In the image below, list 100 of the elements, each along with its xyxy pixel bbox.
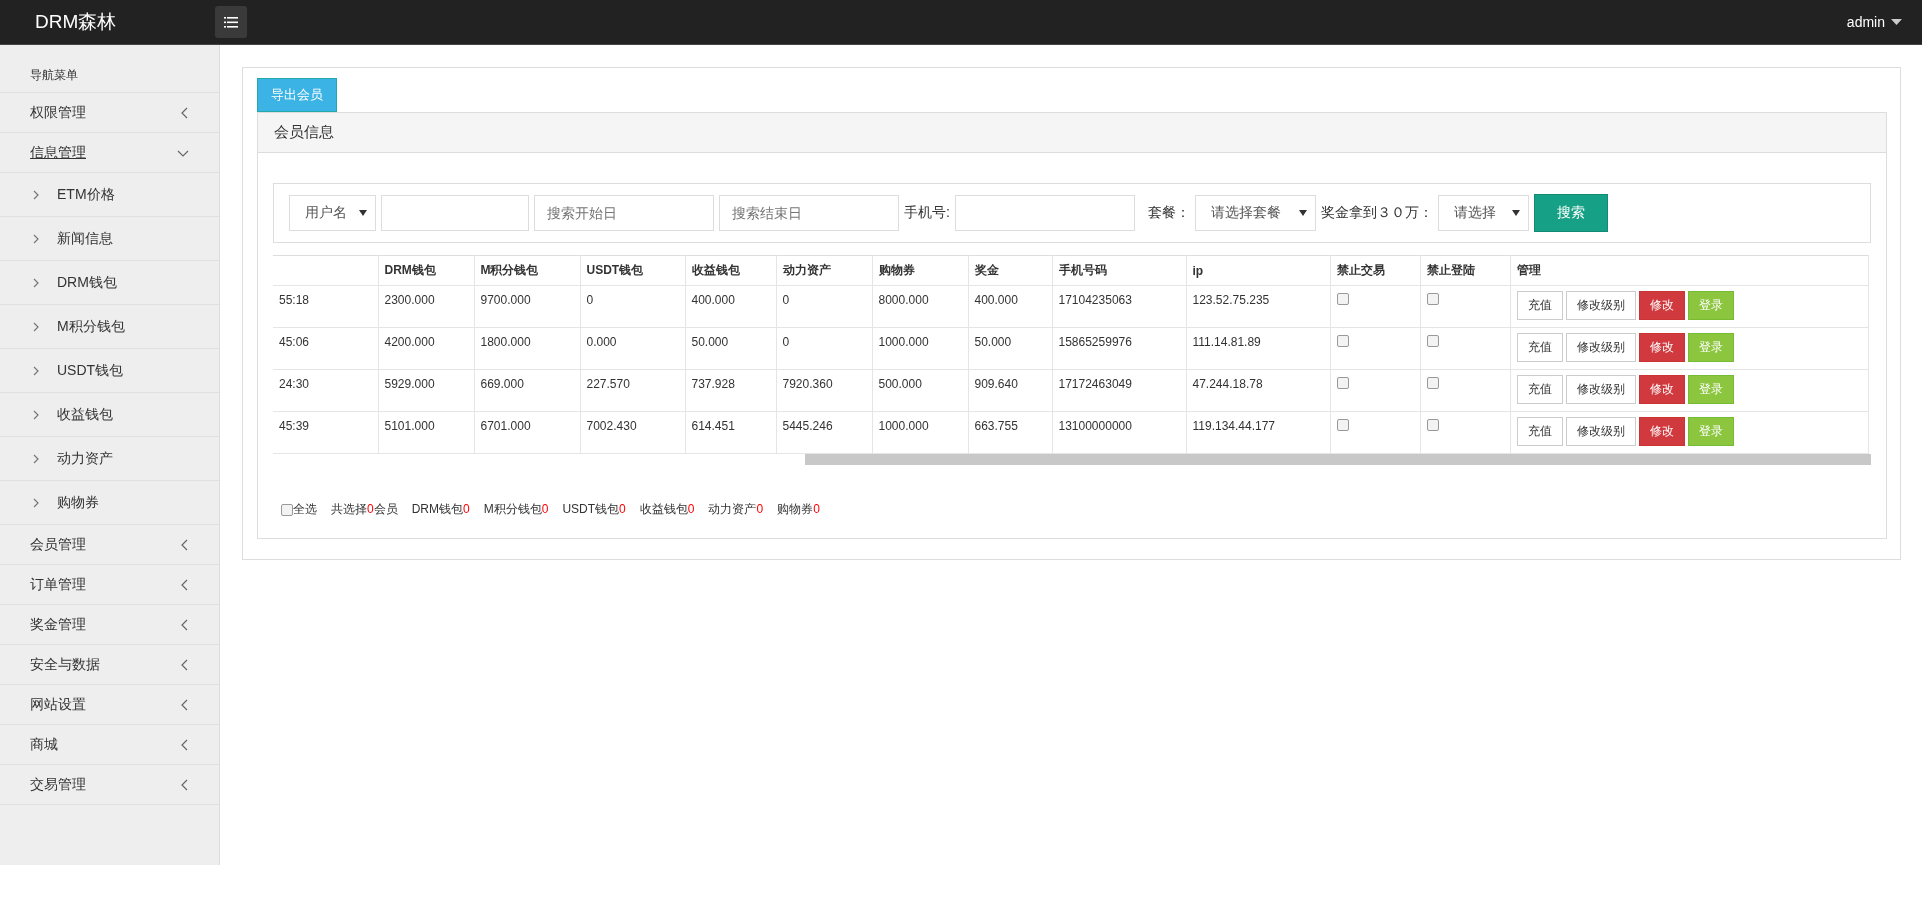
action-button[interactable]: 充值 xyxy=(1516,375,1563,404)
user-menu[interactable]: admin xyxy=(1846,14,1885,30)
sidebar-subitem[interactable]: 动力资产 xyxy=(57,449,113,468)
checkbox[interactable] xyxy=(1426,377,1439,389)
column-header: 手机号码 xyxy=(1052,255,1186,286)
chevron-left-icon xyxy=(180,738,189,751)
chevron-right-icon xyxy=(32,409,39,420)
sidebar-item[interactable]: 会员管理 xyxy=(0,525,219,565)
table-cell: 737.928 xyxy=(691,377,735,391)
menu-icon[interactable] xyxy=(215,6,247,38)
sidebar-item[interactable]: 权限管理 xyxy=(0,93,219,133)
start-date-field[interactable]: 搜索开始日 xyxy=(534,195,714,231)
chevron-right-icon xyxy=(32,233,39,244)
bonus-select[interactable]: 请选择 xyxy=(1437,195,1529,231)
table-cell: 2300.000 xyxy=(384,293,435,307)
column-header: ip xyxy=(1186,255,1330,286)
chevron-left-icon xyxy=(180,578,189,591)
phone-field[interactable] xyxy=(954,195,1135,231)
action-button[interactable]: 修改级别 xyxy=(1565,333,1636,362)
bonus-label: 奖金拿到３０万： xyxy=(1320,204,1433,222)
column-header: 禁止登陆 xyxy=(1420,255,1510,286)
checkbox[interactable] xyxy=(1336,335,1349,347)
column-header: 动力资产 xyxy=(776,255,872,286)
phone-label: 手机号: xyxy=(904,204,950,222)
table-cell: 15865259976 xyxy=(1058,335,1132,349)
sidebar-subitem[interactable]: ETM价格 xyxy=(57,185,115,204)
sidebar-subitem[interactable]: 新闻信息 xyxy=(57,229,113,248)
table-cell: 0 xyxy=(782,335,790,349)
sidebar-subitem[interactable]: USDT钱包 xyxy=(57,361,124,380)
chevron-left-icon xyxy=(180,106,189,119)
checkbox[interactable] xyxy=(1336,293,1349,305)
sidebar-subitem[interactable]: DRM钱包 xyxy=(57,273,117,292)
sidebar-subitem[interactable]: 购物券 xyxy=(57,493,99,512)
chevron-right-icon xyxy=(32,365,39,376)
table-cell: 123.52.75.235 xyxy=(1192,293,1270,307)
select-all-label: 全选 xyxy=(293,501,317,518)
action-button[interactable]: 充值 xyxy=(1516,291,1563,320)
column-header: DRM钱包 xyxy=(378,255,474,286)
checkbox[interactable] xyxy=(1426,419,1439,431)
caret-down-icon xyxy=(1891,19,1902,25)
table-cell: 1000.000 xyxy=(878,419,929,433)
sidebar-item[interactable]: 交易管理 xyxy=(0,765,219,805)
column-header: 管理 xyxy=(1510,255,1869,286)
chevron-right-icon xyxy=(32,453,39,464)
plan-select[interactable]: 请选择套餐 xyxy=(1194,195,1316,231)
table-cell: 119.134.44.177 xyxy=(1192,419,1276,433)
table-cell: 400.000 xyxy=(691,293,735,307)
table-cell: 7920.360 xyxy=(782,377,833,391)
chevron-left-icon xyxy=(180,698,189,711)
checkbox[interactable] xyxy=(1426,293,1439,305)
column-header: 禁止交易 xyxy=(1330,255,1420,286)
table-cell: 45:39 xyxy=(279,419,310,433)
column-header: 收益钱包 xyxy=(685,255,776,286)
table-cell: 1800.000 xyxy=(480,335,531,349)
sidebar-item[interactable]: 商城 xyxy=(0,725,219,765)
checkbox[interactable] xyxy=(1336,377,1349,389)
scrollbar-thumb[interactable] xyxy=(805,454,1871,465)
action-button[interactable]: 修改级别 xyxy=(1565,417,1636,446)
sidebar-item[interactable]: 奖金管理 xyxy=(0,605,219,645)
table-cell: 1000.000 xyxy=(878,335,929,349)
end-date-field[interactable]: 搜索结束日 xyxy=(719,195,899,231)
chevron-right-icon xyxy=(32,321,39,332)
column-header: M积分钱包 xyxy=(474,255,580,286)
table-cell: 4200.000 xyxy=(384,335,435,349)
panel-title: 会员信息 xyxy=(258,113,1886,153)
table-cell: 50.000 xyxy=(974,335,1012,349)
field-select[interactable]: 用户名 xyxy=(289,195,376,231)
edit-button[interactable]: 修改 xyxy=(1638,417,1685,446)
summary-text: 动力资产0 xyxy=(708,501,764,518)
checkbox[interactable] xyxy=(1426,335,1439,347)
table-cell: 0 xyxy=(782,293,790,307)
sidebar-item[interactable]: 信息管理 xyxy=(0,133,219,173)
sidebar-item[interactable]: 网站设置 xyxy=(0,685,219,725)
column-header: USDT钱包 xyxy=(580,255,685,286)
edit-button[interactable]: 修改 xyxy=(1638,291,1685,320)
checkbox[interactable] xyxy=(1336,419,1349,431)
action-button[interactable]: 充值 xyxy=(1516,333,1563,362)
column-header: 奖金 xyxy=(968,255,1052,286)
edit-button[interactable]: 修改 xyxy=(1638,333,1685,362)
search-field[interactable] xyxy=(381,195,529,231)
checkbox[interactable] xyxy=(281,503,293,516)
table-cell: 0 xyxy=(586,293,594,307)
action-button[interactable]: 修改级别 xyxy=(1565,375,1636,404)
sidebar-subitem[interactable]: 收益钱包 xyxy=(57,405,113,424)
sidebar-item[interactable]: 安全与数据 xyxy=(0,645,219,685)
action-button[interactable]: 充值 xyxy=(1516,417,1563,446)
sidebar-subitem[interactable]: M积分钱包 xyxy=(57,317,125,336)
edit-button[interactable]: 修改 xyxy=(1638,375,1685,404)
action-button[interactable]: 修改级别 xyxy=(1565,291,1636,320)
caret-down-icon xyxy=(1298,210,1307,216)
table-cell: 5101.000 xyxy=(384,419,435,433)
table-cell: 663.755 xyxy=(974,419,1018,433)
table-cell: 17172463049 xyxy=(1058,377,1132,391)
table-cell: 45:06 xyxy=(279,335,310,349)
table-cell: 400.000 xyxy=(974,293,1018,307)
sidebar-item[interactable]: 订单管理 xyxy=(0,565,219,605)
table-cell: 47.244.18.78 xyxy=(1192,377,1263,391)
chevron-right-icon xyxy=(32,497,39,508)
table-cell: 111.14.81.89 xyxy=(1192,335,1261,349)
summary-text: 收益钱包0 xyxy=(639,501,695,518)
